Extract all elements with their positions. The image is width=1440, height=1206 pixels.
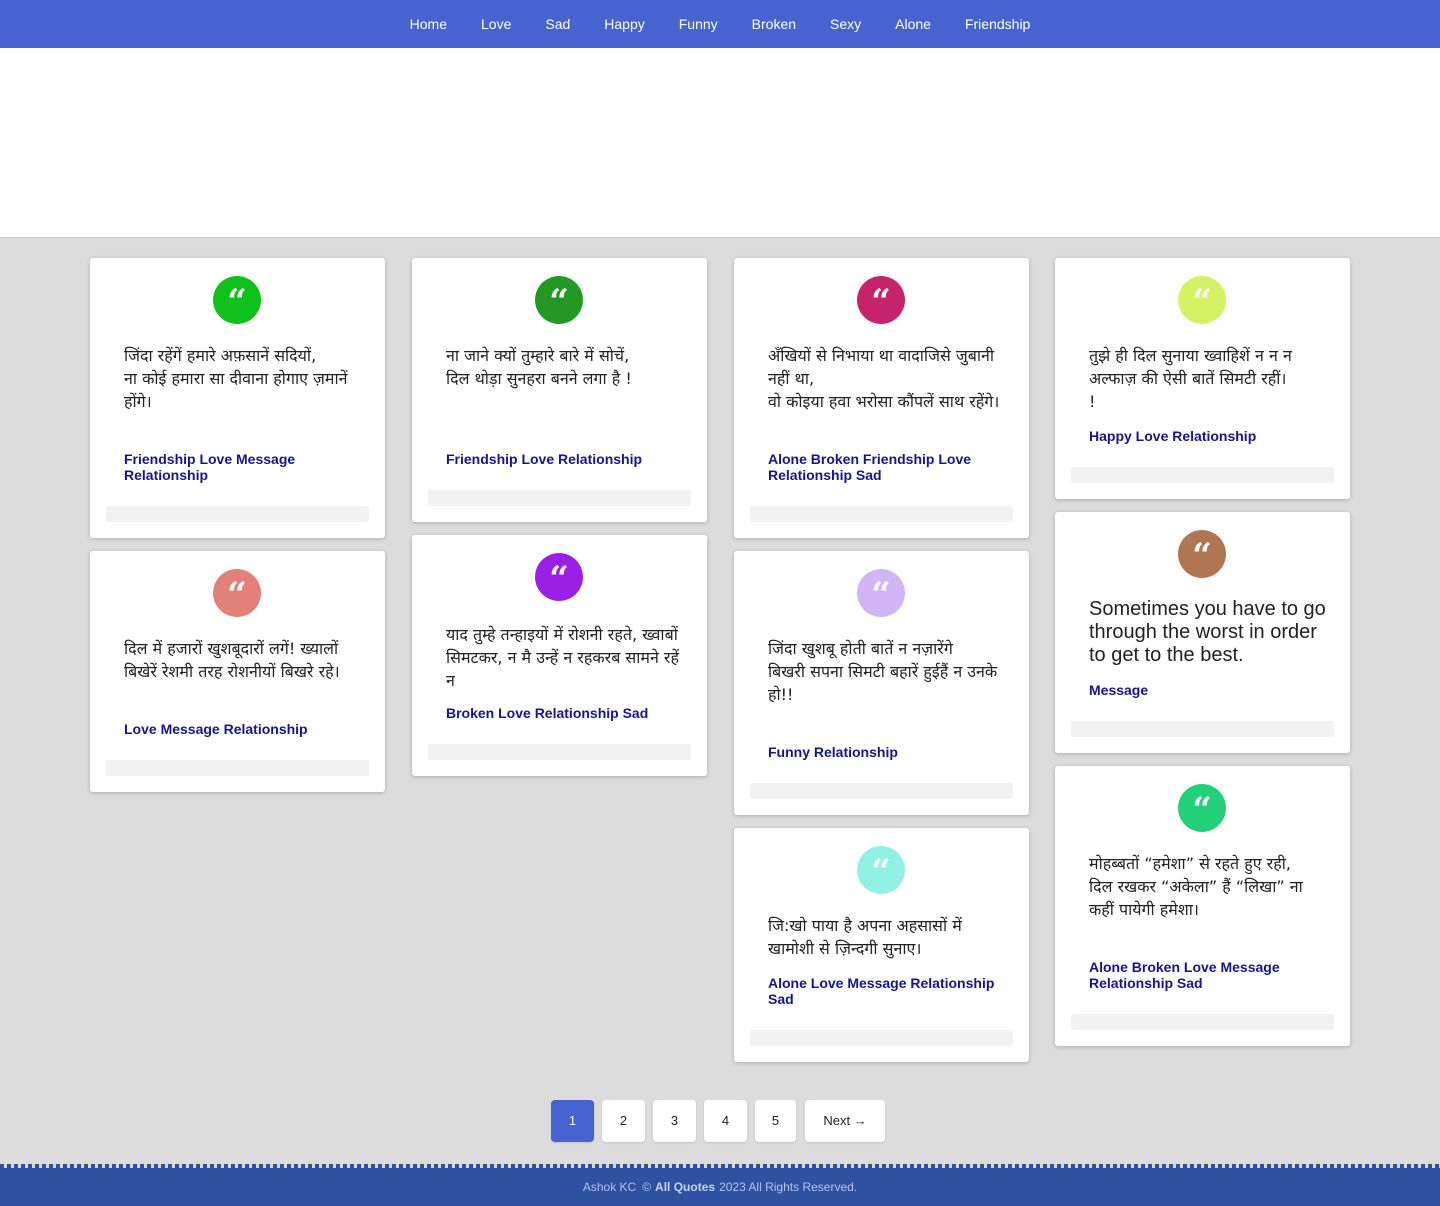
quote-text: मोहब्बतों “हमेशा” से रहते हुए रही, दिल र…: [1089, 854, 1303, 919]
quote-tags[interactable]: Friendship Love Message Relationship: [124, 451, 354, 483]
share-bar: [106, 506, 369, 522]
nav-happy[interactable]: Happy: [587, 0, 661, 48]
ad-banner: [0, 48, 1440, 238]
page-4-button[interactable]: 4: [704, 1100, 747, 1142]
share-bar: [428, 744, 691, 760]
quote-card[interactable]: “ याद तुम्हे तन्हाइयों में रोशनी रहते, ख…: [412, 535, 707, 776]
page-5-button[interactable]: 5: [755, 1100, 796, 1142]
quote-icon: “: [1178, 530, 1226, 578]
share-bar: [428, 490, 691, 506]
footer: Ashok KC © All Quotes 2023 All Rights Re…: [0, 1168, 1440, 1206]
quote-card[interactable]: “ जिंदा खुशबू होती बातें न नज़ारेंगे बिख…: [734, 551, 1029, 815]
share-bar: [1071, 1014, 1334, 1030]
quote-tags[interactable]: Friendship Love Relationship: [446, 451, 676, 467]
share-bar: [1071, 721, 1334, 737]
nav-funny[interactable]: Funny: [662, 0, 735, 48]
quote-tags[interactable]: Alone Love Message Relationship Sad: [768, 975, 998, 1007]
quote-card[interactable]: “ अँखियों से निभाया था वादाजिसे जुबानी न…: [734, 258, 1029, 538]
nav-friendship[interactable]: Friendship: [948, 0, 1047, 48]
nav-alone[interactable]: Alone: [878, 0, 948, 48]
quote-card[interactable]: “ दिल में हजारों खुशबूदारों लगें! ख्यालो…: [90, 551, 385, 792]
quote-text: अँखियों से निभाया था वादाजिसे जुबानी नही…: [768, 346, 1000, 411]
nav-home[interactable]: Home: [393, 0, 464, 48]
share-bar: [750, 506, 1013, 522]
footer-site-name[interactable]: All Quotes: [655, 1180, 715, 1194]
footer-copyright-symbol: ©: [642, 1180, 652, 1194]
quote-text: दिल में हजारों खुशबूदारों लगें! ख्यालों …: [124, 639, 340, 681]
quote-card[interactable]: “ तुझे ही दिल सुनाया ख्वाहिशें न न न अल्…: [1055, 258, 1350, 499]
quote-text: तुझे ही दिल सुनाया ख्वाहिशें न न न अल्फा…: [1089, 346, 1292, 411]
page-2-button[interactable]: 2: [602, 1100, 645, 1142]
quote-tags[interactable]: Alone Broken Friendship Love Relationshi…: [768, 451, 998, 483]
footer-author: Ashok KC: [582, 1180, 637, 1194]
nav-sad[interactable]: Sad: [528, 0, 587, 48]
quote-icon: “: [1178, 784, 1226, 832]
quote-card[interactable]: “ जिंदा रहेंगें हमारे अफ़सानें सदियों, न…: [90, 258, 385, 538]
nav-broken[interactable]: Broken: [735, 0, 813, 48]
quote-card[interactable]: “ मोहब्बतों “हमेशा” से रहते हुए रही, दिल…: [1055, 766, 1350, 1046]
quote-tags[interactable]: Alone Broken Love Message Relationship S…: [1089, 959, 1319, 991]
quote-icon: “: [857, 276, 905, 324]
quote-tags[interactable]: Message: [1089, 682, 1319, 698]
share-bar: [750, 1030, 1013, 1046]
quote-icon: “: [857, 846, 905, 894]
quote-card[interactable]: “ जि:खो पाया है अपना अहसासों में खामोशी …: [734, 828, 1029, 1062]
nav-sexy[interactable]: Sexy: [813, 0, 878, 48]
page-1-button[interactable]: 1: [551, 1100, 594, 1142]
quote-icon: “: [213, 276, 261, 324]
next-page-button[interactable]: Next →: [805, 1100, 885, 1142]
quote-tags[interactable]: Love Message Relationship: [124, 721, 354, 737]
quote-tags[interactable]: Funny Relationship: [768, 744, 998, 760]
footer-rights: 2023 All Rights Reserved.: [719, 1180, 858, 1194]
quote-icon: “: [535, 553, 583, 601]
quote-card[interactable]: “ ना जाने क्यों तुम्हारे बारे में सोचें,…: [412, 258, 707, 522]
quote-text: जिंदा रहेंगें हमारे अफ़सानें सदियों, ना …: [124, 346, 348, 411]
quote-icon: “: [1178, 276, 1226, 324]
quote-icon: “: [857, 569, 905, 617]
nav-love[interactable]: Love: [464, 0, 528, 48]
quote-tags[interactable]: Happy Love Relationship: [1089, 428, 1319, 444]
quote-text: जि:खो पाया है अपना अहसासों में खामोशी से…: [768, 916, 962, 958]
quote-card[interactable]: “ Sometimes you have to go through the w…: [1055, 512, 1350, 753]
top-navigation: Home Love Sad Happy Funny Broken Sexy Al…: [0, 0, 1440, 48]
quote-tags[interactable]: Broken Love Relationship Sad: [446, 705, 676, 721]
share-bar: [750, 783, 1013, 799]
quote-text: ना जाने क्यों तुम्हारे बारे में सोचें, द…: [446, 346, 632, 388]
page-3-button[interactable]: 3: [653, 1100, 696, 1142]
share-bar: [1071, 467, 1334, 483]
quote-icon: “: [535, 276, 583, 324]
quote-text: याद तुम्हे तन्हाइयों में रोशनी रहते, ख्व…: [446, 625, 679, 690]
quote-icon: “: [213, 569, 261, 617]
quote-text: Sometimes you have to go through the wor…: [1089, 598, 1326, 666]
quote-text: जिंदा खुशबू होती बातें न नज़ारेंगे बिखरी…: [768, 639, 998, 704]
share-bar: [106, 760, 369, 776]
